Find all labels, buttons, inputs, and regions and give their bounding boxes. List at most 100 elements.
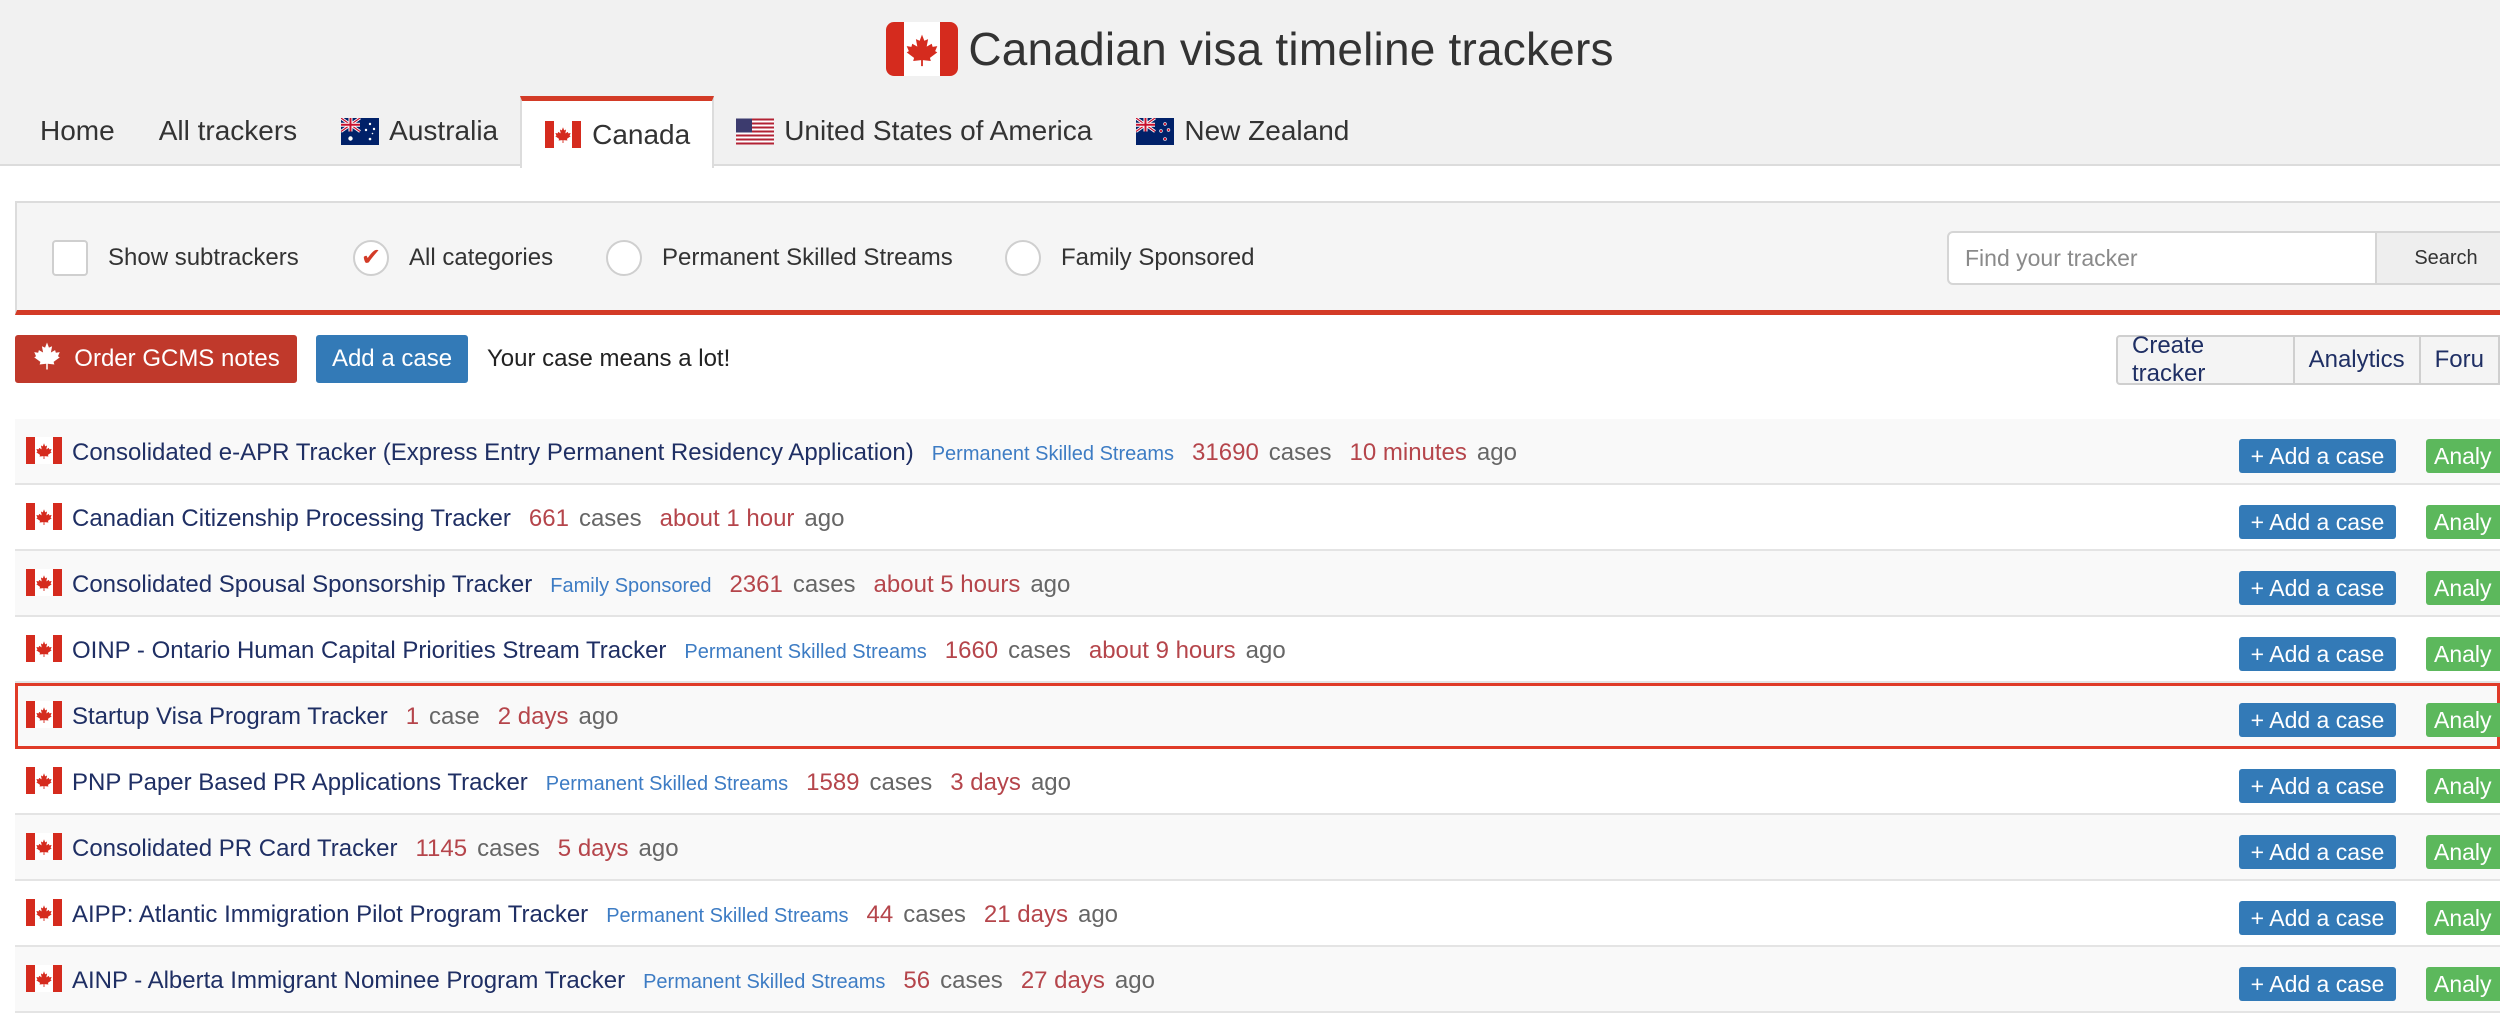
page-title: Canadian visa timeline trackers bbox=[968, 23, 1614, 75]
create-tracker-button[interactable]: Create tracker bbox=[2116, 332, 2295, 387]
tracker-search: Search bbox=[1947, 231, 2500, 285]
tab-new-zealand[interactable]: New Zealand bbox=[1114, 96, 1371, 166]
tracker-ago-label: ago bbox=[638, 835, 679, 862]
tab-australia[interactable]: Australia bbox=[319, 96, 520, 166]
tracker-category-link[interactable]: Permanent Skilled Streams bbox=[606, 905, 848, 928]
family-sponsored-option[interactable]: Family Sponsored bbox=[1005, 240, 1254, 276]
order-gcms-button[interactable]: Order GCMS notes bbox=[15, 335, 297, 383]
tracker-ago-label: ago bbox=[1114, 967, 1155, 994]
all-categories-radio[interactable]: ✔ bbox=[353, 240, 389, 276]
search-input[interactable] bbox=[1947, 231, 2377, 285]
tracker-case-count: 31690 bbox=[1192, 439, 1259, 466]
permanent-skilled-label: Permanent Skilled Streams bbox=[662, 244, 953, 271]
show-subtrackers-option[interactable]: Show subtrackers bbox=[52, 240, 299, 276]
tab-all-trackers[interactable]: All trackers bbox=[137, 96, 319, 166]
row-add-case-button[interactable]: + Add a case bbox=[2239, 637, 2396, 671]
tracker-row: Canadian Citizenship Processing Tracker 6… bbox=[15, 485, 2500, 551]
show-subtrackers-checkbox[interactable] bbox=[52, 240, 88, 276]
tracker-info: Startup Visa Program Tracker 1 case 2 days a… bbox=[72, 703, 619, 731]
tracker-name-link[interactable]: OINP - Ontario Human Capital Priorities … bbox=[72, 637, 666, 665]
analytics-button[interactable]: Analytics bbox=[2292, 335, 2421, 385]
row-add-case-button[interactable]: + Add a case bbox=[2239, 571, 2396, 605]
tracker-last-update: about 5 hours bbox=[873, 571, 1021, 598]
row-analytics-button[interactable]: Analy bbox=[2426, 439, 2500, 473]
tracker-name-link[interactable]: Consolidated PR Card Tracker bbox=[72, 835, 397, 863]
tracker-category-link[interactable]: Permanent Skilled Streams bbox=[643, 971, 885, 994]
tracker-ago-label: ago bbox=[1030, 571, 1071, 598]
family-sponsored-radio[interactable] bbox=[1005, 240, 1041, 276]
canada-flag-icon bbox=[25, 767, 63, 794]
tab-label: United States of America bbox=[784, 115, 1093, 146]
tracker-last-update: 10 minutes bbox=[1349, 439, 1467, 466]
tracker-name-link[interactable]: AINP - Alberta Immigrant Nominee Program… bbox=[72, 967, 625, 995]
australia-flag-icon bbox=[340, 116, 380, 145]
permanent-skilled-option[interactable]: Permanent Skilled Streams bbox=[606, 240, 953, 276]
row-analytics-button[interactable]: Analy bbox=[2426, 967, 2500, 1001]
row-analytics-button[interactable]: Analy bbox=[2426, 901, 2500, 935]
row-add-case-button[interactable]: + Add a case bbox=[2239, 439, 2396, 473]
tracker-ago-label: ago bbox=[804, 505, 845, 532]
tracker-name-link[interactable]: PNP Paper Based PR Applications Tracker bbox=[72, 769, 528, 797]
tracker-name-link[interactable]: Consolidated Spousal Sponsorship Tracker bbox=[72, 571, 532, 599]
tab-label: All trackers bbox=[158, 115, 298, 146]
canada-flag-icon bbox=[25, 833, 63, 860]
row-add-case-button[interactable]: + Add a case bbox=[2239, 505, 2396, 539]
tracker-last-update: about 9 hours bbox=[1088, 637, 1236, 664]
add-case-button[interactable]: Add a case bbox=[316, 335, 468, 383]
row-add-case-button[interactable]: + Add a case bbox=[2239, 769, 2396, 803]
tracker-last-update: 5 days bbox=[557, 835, 629, 862]
tracker-case-word: cases bbox=[940, 967, 1003, 994]
tracker-info: AINP - Alberta Immigrant Nominee Program… bbox=[72, 967, 1155, 995]
tracker-case-count: 1660 bbox=[944, 637, 999, 664]
tracker-case-count: 56 bbox=[903, 967, 931, 994]
tracker-info: OINP - Ontario Human Capital Priorities … bbox=[72, 637, 1286, 665]
show-subtrackers-label: Show subtrackers bbox=[108, 244, 299, 271]
row-analytics-button[interactable]: Analy bbox=[2426, 769, 2500, 803]
tracker-name-link[interactable]: Consolidated e-APR Tracker (Express Entr… bbox=[72, 439, 914, 467]
all-categories-option[interactable]: ✔ All categories bbox=[353, 240, 553, 276]
row-analytics-button[interactable]: Analy bbox=[2426, 703, 2500, 737]
order-gcms-label: Order GCMS notes bbox=[74, 345, 280, 372]
row-add-case-button[interactable]: + Add a case bbox=[2239, 703, 2396, 737]
filter-bar: Show subtrackers ✔ All categories Perman… bbox=[15, 201, 2500, 315]
row-add-case-button[interactable]: + Add a case bbox=[2239, 967, 2396, 1001]
tab-label: Home bbox=[40, 115, 115, 146]
tracker-row: AINP - Alberta Immigrant Nominee Program… bbox=[15, 947, 2500, 1013]
tab-label: Canada bbox=[592, 118, 691, 150]
tracker-category-link[interactable]: Permanent Skilled Streams bbox=[932, 443, 1174, 466]
tracker-category-link[interactable]: Family Sponsored bbox=[550, 575, 711, 598]
new-zealand-flag-icon bbox=[1135, 116, 1175, 145]
tab-canada[interactable]: Canada bbox=[520, 96, 715, 168]
tracker-name-link[interactable]: Canadian Citizenship Processing Tracker bbox=[72, 505, 511, 533]
tab-usa[interactable]: United States of America bbox=[714, 96, 1114, 166]
search-button[interactable]: Search bbox=[2377, 231, 2500, 285]
tracker-row: Consolidated Spousal Sponsorship Tracker… bbox=[15, 551, 2500, 617]
row-add-case-button[interactable]: + Add a case bbox=[2239, 835, 2396, 869]
forum-button[interactable]: Foru bbox=[2418, 335, 2500, 385]
canada-flag-icon bbox=[886, 22, 959, 76]
tracker-info: AIPP: Atlantic Immigration Pilot Program… bbox=[72, 901, 1118, 929]
tracker-case-count: 661 bbox=[528, 505, 569, 532]
tab-home[interactable]: Home bbox=[18, 96, 137, 166]
tracker-category-link[interactable]: Permanent Skilled Streams bbox=[546, 773, 788, 796]
tracker-case-word: cases bbox=[869, 769, 933, 796]
row-add-case-button[interactable]: + Add a case bbox=[2239, 901, 2396, 935]
tracker-info: Canadian Citizenship Processing Tracker 6… bbox=[72, 505, 844, 533]
maple-leaf-icon bbox=[32, 341, 62, 378]
permanent-skilled-radio[interactable] bbox=[606, 240, 642, 276]
row-analytics-button[interactable]: Analy bbox=[2426, 835, 2500, 869]
tracker-name-link[interactable]: AIPP: Atlantic Immigration Pilot Program… bbox=[72, 901, 588, 929]
row-analytics-button[interactable]: Analy bbox=[2426, 637, 2500, 671]
row-analytics-button[interactable]: Analy bbox=[2426, 571, 2500, 605]
tracker-category-link[interactable]: Permanent Skilled Streams bbox=[684, 641, 926, 664]
title-wrap: Canadian visa timeline trackers bbox=[0, 22, 2500, 81]
tracker-name-link[interactable]: Startup Visa Program Tracker bbox=[72, 703, 388, 731]
canada-flag-icon bbox=[25, 899, 63, 926]
tracker-row: Consolidated PR Card Tracker 1145 cases 5 d… bbox=[15, 815, 2500, 881]
row-analytics-button[interactable]: Analy bbox=[2426, 505, 2500, 539]
canada-flag-icon bbox=[25, 701, 63, 728]
canada-flag-icon bbox=[25, 635, 63, 662]
tracker-last-update: 27 days bbox=[1020, 967, 1105, 994]
tracker-case-word: cases bbox=[1008, 637, 1071, 664]
tracker-ago-label: ago bbox=[1077, 901, 1119, 928]
